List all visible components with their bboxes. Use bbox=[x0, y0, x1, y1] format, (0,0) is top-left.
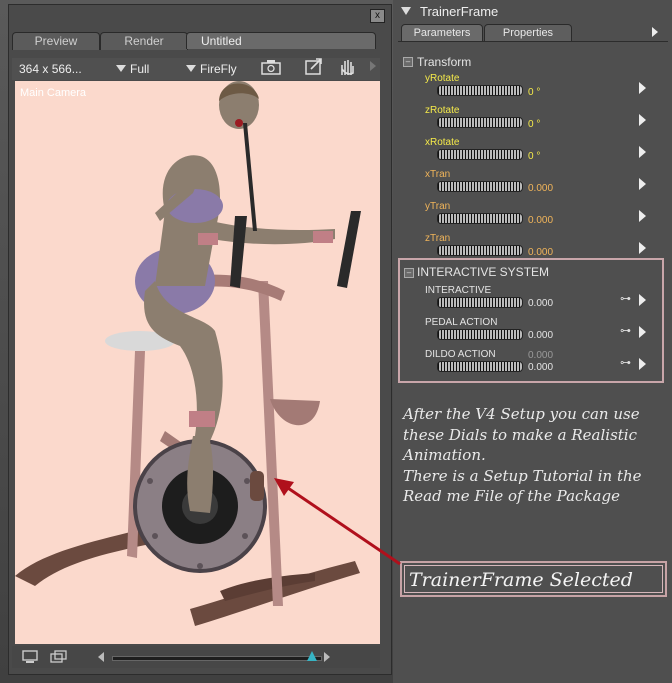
note-line: After the V4 Setup you can use bbox=[403, 405, 640, 423]
selected-label: TrainerFrame Selected bbox=[404, 565, 663, 593]
close-button[interactable]: x bbox=[370, 9, 385, 23]
tab-untitled-label: Untitled bbox=[201, 34, 242, 48]
hand-tool-icon[interactable] bbox=[336, 57, 358, 77]
param-value-current[interactable]: 0.000 bbox=[528, 362, 553, 373]
tab-render[interactable]: Render bbox=[100, 32, 188, 50]
quality-dropdown[interactable]: Full bbox=[116, 62, 149, 76]
tab-untitled[interactable]: Untitled bbox=[186, 32, 376, 49]
param-menu-arrow-icon[interactable] bbox=[639, 358, 646, 370]
tab-parameters-label: Parameters bbox=[413, 27, 471, 39]
transform-group-label: Transform bbox=[417, 55, 472, 69]
toolbar-more-icon[interactable] bbox=[368, 59, 378, 73]
key-link-icon[interactable]: ⊶ bbox=[620, 356, 631, 369]
param-menu-arrow-icon[interactable] bbox=[639, 294, 646, 306]
param-value[interactable]: 0 ° bbox=[528, 87, 540, 98]
param-label: xRotate bbox=[425, 137, 460, 148]
param-label: yTran bbox=[425, 201, 451, 212]
param-label: DILDO ACTION bbox=[425, 349, 496, 360]
param-dial[interactable] bbox=[437, 117, 523, 128]
tab-preview-label: Preview bbox=[34, 34, 78, 48]
scroll-right-icon[interactable] bbox=[322, 651, 332, 663]
param-value[interactable]: 0 ° bbox=[528, 151, 540, 162]
param-menu-arrow-icon[interactable] bbox=[639, 178, 646, 190]
stacked-windows-icon[interactable] bbox=[50, 650, 68, 664]
collapse-box-icon[interactable]: – bbox=[403, 57, 413, 67]
monitor-icon[interactable] bbox=[22, 650, 40, 664]
param-value[interactable]: 0 ° bbox=[528, 119, 540, 130]
param-menu-arrow-icon[interactable] bbox=[639, 210, 646, 222]
tab-parameters[interactable]: Parameters bbox=[401, 24, 483, 42]
param-value[interactable]: 0.000 bbox=[528, 247, 553, 258]
key-link-icon[interactable]: ⊶ bbox=[620, 324, 631, 337]
quality-value: Full bbox=[130, 62, 150, 76]
tab-render-label: Render bbox=[124, 34, 164, 48]
param-menu-arrow-icon[interactable] bbox=[639, 82, 646, 94]
resolution-readout: 364 x 566... bbox=[19, 62, 82, 76]
key-link-icon[interactable]: ⊶ bbox=[620, 292, 631, 305]
param-menu-arrow-icon[interactable] bbox=[639, 146, 646, 158]
param-menu-arrow-icon[interactable] bbox=[639, 326, 646, 338]
renderer-value: FireFly bbox=[200, 62, 237, 76]
renderer-dropdown[interactable]: FireFly bbox=[186, 62, 237, 76]
param-menu-arrow-icon[interactable] bbox=[639, 242, 646, 254]
param-label: yRotate bbox=[425, 73, 460, 84]
param-value[interactable]: 0.000 bbox=[528, 350, 553, 361]
scroll-left-icon[interactable] bbox=[96, 651, 106, 663]
param-label: PEDAL ACTION bbox=[425, 317, 498, 328]
tab-properties[interactable]: Properties bbox=[484, 24, 572, 42]
chevron-down-icon bbox=[116, 65, 126, 72]
note-line: these Dials to make a Realistic bbox=[403, 425, 638, 444]
note-line: There is a Setup Tutorial in the bbox=[403, 466, 642, 485]
param-dial[interactable] bbox=[437, 149, 523, 160]
param-label: INTERACTIVE bbox=[425, 285, 492, 296]
tab-preview[interactable]: Preview bbox=[12, 32, 100, 50]
param-value[interactable]: 0.000 bbox=[528, 298, 553, 309]
param-label: zTran bbox=[425, 233, 451, 244]
interactive-group-label: INTERACTIVE SYSTEM bbox=[417, 265, 550, 279]
param-value[interactable]: 0.000 bbox=[528, 183, 553, 194]
param-menu-arrow-icon[interactable] bbox=[639, 114, 646, 126]
param-value[interactable]: 0.000 bbox=[528, 330, 553, 341]
param-dial[interactable] bbox=[437, 245, 523, 256]
selected-callout: TrainerFrame Selected bbox=[400, 561, 667, 597]
setup-note: After the V4 Setup you can use these Dia… bbox=[403, 404, 668, 507]
param-dial[interactable] bbox=[437, 85, 523, 96]
timeline-slider[interactable] bbox=[112, 656, 322, 661]
note-line: Read me File of the Package bbox=[403, 487, 620, 505]
note-line: Animation. bbox=[403, 446, 486, 464]
param-dial[interactable] bbox=[437, 361, 523, 372]
panel-title: TrainerFrame bbox=[420, 4, 499, 19]
param-dial[interactable] bbox=[437, 213, 523, 224]
param-dial[interactable] bbox=[437, 181, 523, 192]
timeline-thumb[interactable] bbox=[306, 650, 318, 662]
render-export-icon[interactable] bbox=[303, 57, 325, 77]
param-label: xTran bbox=[425, 169, 451, 180]
param-label: zRotate bbox=[425, 105, 460, 116]
divider bbox=[398, 41, 668, 42]
camera-icon[interactable] bbox=[260, 57, 282, 77]
collapse-box-icon[interactable]: – bbox=[404, 268, 414, 278]
panel-menu-icon[interactable] bbox=[650, 26, 660, 38]
annotation-arrow bbox=[274, 478, 401, 566]
param-dial[interactable] bbox=[437, 297, 523, 308]
tab-properties-label: Properties bbox=[502, 27, 554, 39]
param-value[interactable]: 0.000 bbox=[528, 215, 553, 226]
chevron-down-icon bbox=[186, 65, 196, 72]
close-icon: x bbox=[375, 10, 380, 21]
param-dial[interactable] bbox=[437, 329, 523, 340]
collapse-triangle-icon[interactable] bbox=[400, 6, 412, 16]
